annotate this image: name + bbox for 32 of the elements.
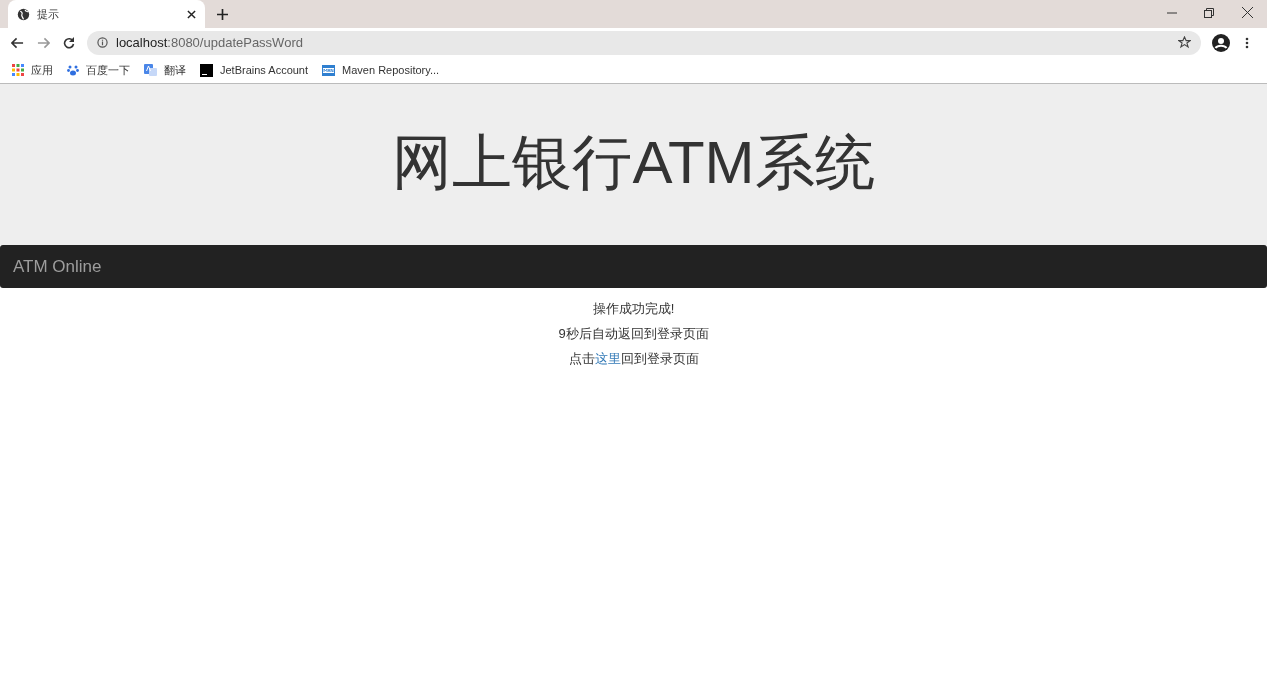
bookmark[interactable]: 百度一下 (67, 61, 130, 79)
bookmark[interactable]: 翻译 (144, 61, 186, 79)
reload-icon[interactable] (63, 36, 75, 49)
info-icon[interactable] (97, 37, 108, 48)
star-icon[interactable] (1178, 36, 1191, 49)
url-text: localhost:8080/updatePassWord (116, 33, 304, 52)
bookmark[interactable]: 应用 (12, 61, 53, 79)
return-message: 点击这里回到登录页面 (568, 350, 699, 368)
close-window-icon[interactable] (1242, 7, 1253, 18)
address-bar[interactable]: localhost:8080/updatePassWord (87, 30, 1201, 55)
bookmark[interactable]: Maven Repository... (322, 61, 440, 79)
back-arrow-icon[interactable] (11, 36, 24, 49)
apps-grid-icon (12, 64, 24, 76)
tab-title: 提示 (37, 6, 60, 22)
forward-arrow-icon[interactable] (37, 36, 50, 49)
bookmark[interactable]: JetBrains Account (200, 61, 309, 79)
account-icon[interactable] (1212, 33, 1230, 52)
page-title: 网上银行ATM系统 (392, 127, 875, 198)
here-link[interactable]: 这里 (594, 351, 621, 366)
browser-tab[interactable]: 提示 (8, 0, 205, 28)
mvn-logo-icon (322, 64, 336, 76)
restore-icon[interactable] (1204, 8, 1214, 18)
globe-icon (17, 7, 30, 21)
status-message: 9秒后自动返回到登录页面 (558, 325, 709, 343)
paw-icon (67, 64, 79, 76)
translate-icon (144, 64, 157, 76)
menu-icon[interactable] (1245, 36, 1249, 49)
close-icon[interactable] (187, 9, 196, 19)
navbar-brand[interactable]: ATM Online (13, 253, 102, 280)
jb-logo-icon (200, 63, 213, 77)
status-message: 操作成功完成! (592, 300, 675, 318)
new-tab-icon[interactable] (217, 9, 228, 20)
